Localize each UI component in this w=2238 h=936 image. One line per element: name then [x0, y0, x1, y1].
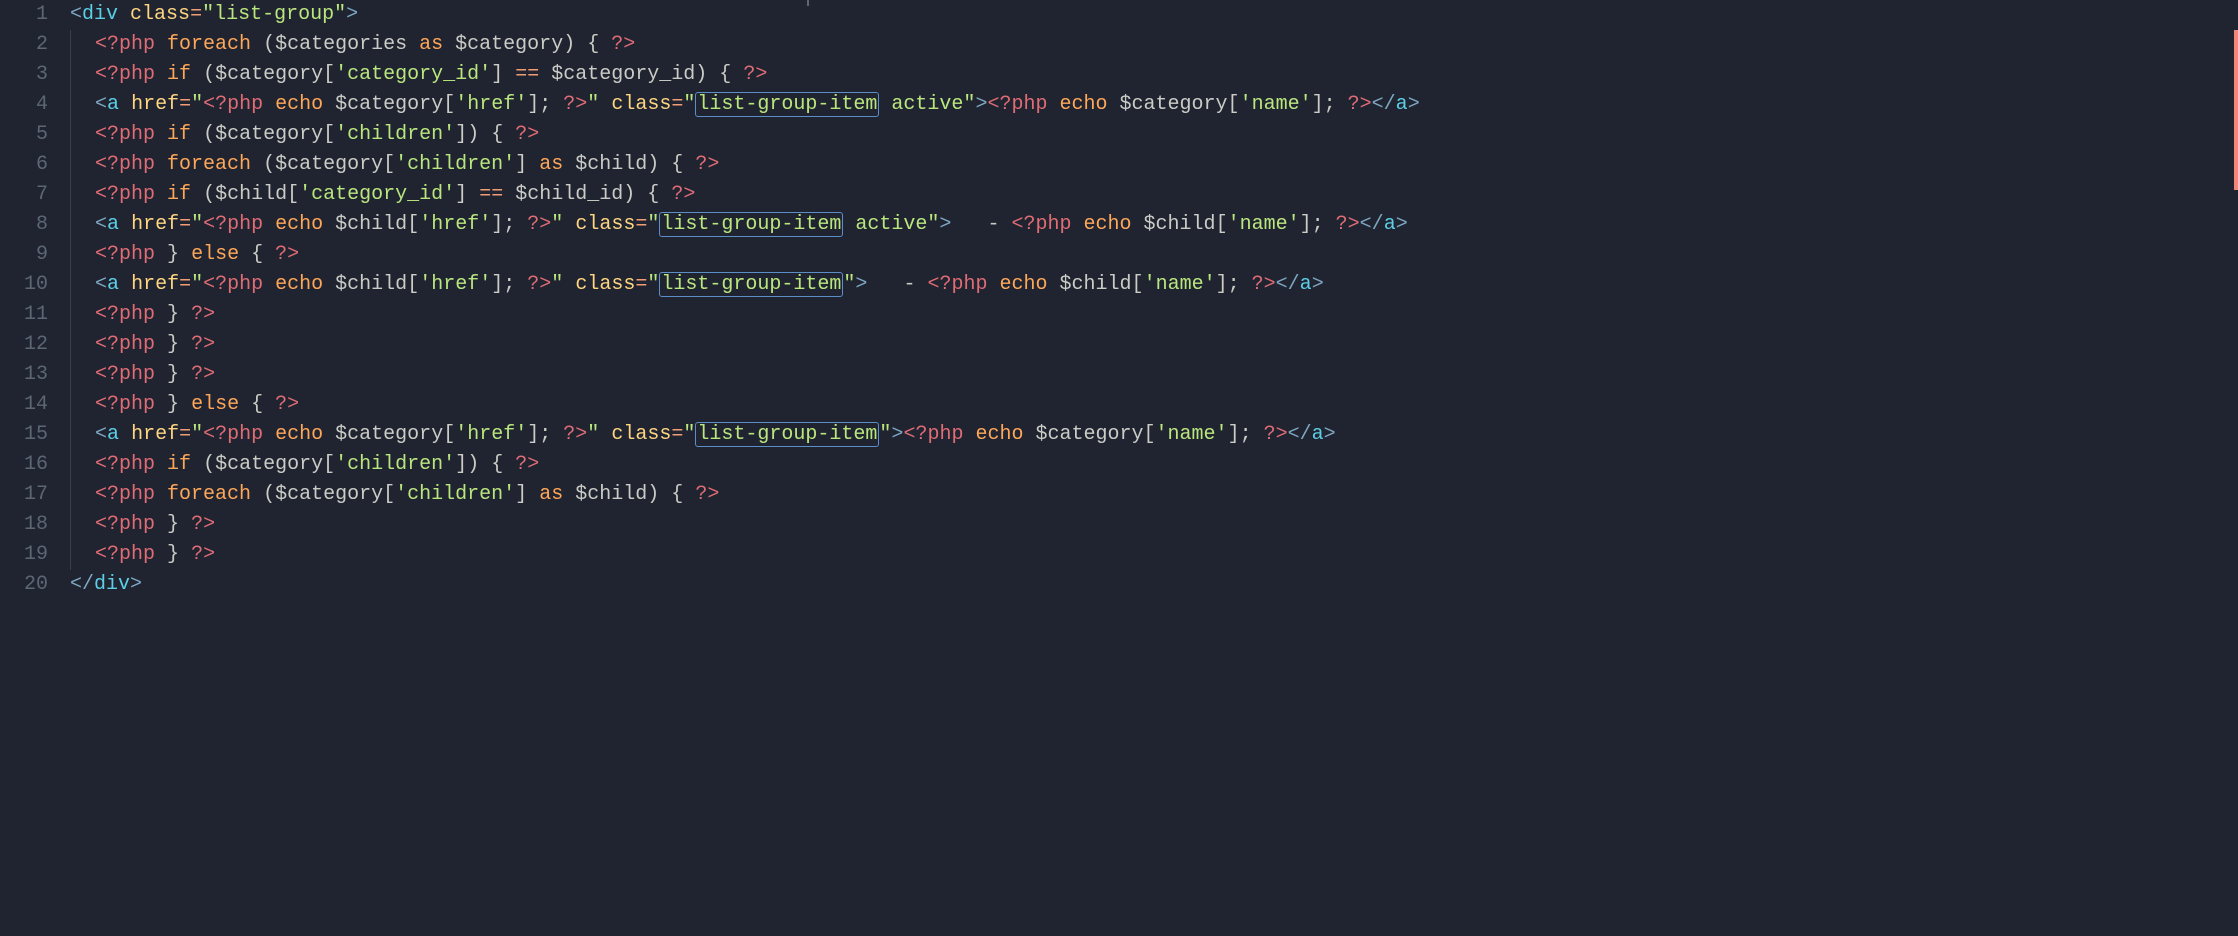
line-number: 5	[0, 120, 48, 150]
code-line[interactable]: <a href="<?php echo $category['href']; ?…	[70, 420, 2238, 450]
line-number: 17	[0, 480, 48, 510]
line-number: 11	[0, 300, 48, 330]
code-line[interactable]: <?php } ?>	[70, 360, 2238, 390]
line-number: 18	[0, 510, 48, 540]
line-number: 19	[0, 540, 48, 570]
line-number: 15	[0, 420, 48, 450]
code-line[interactable]: <?php if ($category['children']) { ?>	[70, 120, 2238, 150]
line-number: 3	[0, 60, 48, 90]
line-number: 2	[0, 30, 48, 60]
code-line[interactable]: <?php } ?>	[70, 300, 2238, 330]
line-number: 13	[0, 360, 48, 390]
line-number: 16	[0, 450, 48, 480]
code-line[interactable]: <a href="<?php echo $child['href']; ?>" …	[70, 270, 2238, 300]
code-line[interactable]: </div>	[70, 570, 2238, 600]
code-line[interactable]: <?php } ?>	[70, 330, 2238, 360]
code-line[interactable]: <?php } else { ?>	[70, 390, 2238, 420]
line-number: 8	[0, 210, 48, 240]
line-number: 14	[0, 390, 48, 420]
code-line[interactable]: <?php if ($category['category_id'] == $c…	[70, 60, 2238, 90]
line-number: 12	[0, 330, 48, 360]
code-line[interactable]: <?php } ?>	[70, 510, 2238, 540]
line-number: 6	[0, 150, 48, 180]
line-number: 20	[0, 570, 48, 600]
code-line[interactable]: <?php foreach ($categories as $category)…	[70, 30, 2238, 60]
code-line[interactable]: <?php if ($category['children']) { ?>	[70, 450, 2238, 480]
minimap-indicator	[2234, 30, 2238, 190]
line-number: 7	[0, 180, 48, 210]
code-editor[interactable]: 1234567891011121314151617181920 <div cla…	[0, 0, 2238, 936]
code-content[interactable]: <div class="list-group"> <?php foreach (…	[70, 0, 2238, 936]
line-number: 10	[0, 270, 48, 300]
code-line[interactable]: <?php } else { ?>	[70, 240, 2238, 270]
line-number-gutter: 1234567891011121314151617181920	[0, 0, 70, 936]
code-line[interactable]: <?php } ?>	[70, 540, 2238, 570]
code-line[interactable]: <?php foreach ($category['children'] as …	[70, 150, 2238, 180]
line-number: 9	[0, 240, 48, 270]
code-line[interactable]: <a href="<?php echo $child['href']; ?>" …	[70, 210, 2238, 240]
line-number: 1	[0, 0, 48, 30]
ruler-mark	[807, 0, 809, 6]
code-line[interactable]: <div class="list-group">	[70, 0, 2238, 30]
code-line[interactable]: <a href="<?php echo $category['href']; ?…	[70, 90, 2238, 120]
code-line[interactable]: <?php if ($child['category_id'] == $chil…	[70, 180, 2238, 210]
code-line[interactable]: <?php foreach ($category['children'] as …	[70, 480, 2238, 510]
line-number: 4	[0, 90, 48, 120]
